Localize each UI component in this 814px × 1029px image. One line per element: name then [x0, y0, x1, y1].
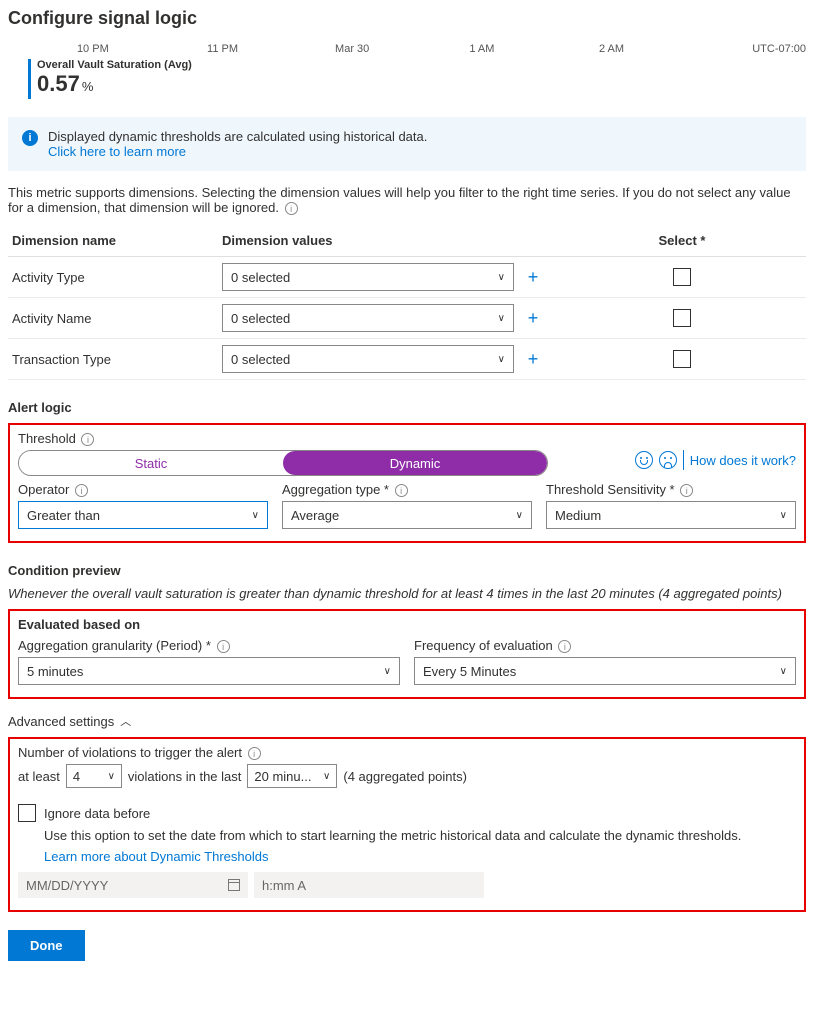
- violations-label: Number of violations to trigger the aler…: [18, 745, 242, 760]
- feedback-happy-icon[interactable]: [635, 451, 653, 469]
- dim-name: Activity Type: [8, 257, 218, 298]
- metric-value: 0.57: [37, 71, 80, 96]
- operator-select[interactable]: Greater than∨: [18, 501, 268, 529]
- ignore-data-label: Ignore data before: [44, 806, 150, 821]
- advanced-settings-toggle[interactable]: Advanced settings ︿: [8, 713, 806, 729]
- ignore-data-checkbox[interactable]: [18, 804, 36, 822]
- tick: Mar 30: [287, 43, 417, 55]
- learn-more-link[interactable]: Click here to learn more: [48, 144, 186, 159]
- dimensions-intro: This metric supports dimensions. Selecti…: [8, 185, 806, 215]
- page-title: Configure signal logic: [8, 8, 806, 29]
- metric-accent-bar: [28, 59, 31, 99]
- condition-preview-text: Whenever the overall vault saturation is…: [8, 586, 806, 601]
- info-icon[interactable]: i: [680, 484, 693, 497]
- dim-name: Activity Name: [8, 298, 218, 339]
- threshold-dynamic-option[interactable]: Dynamic: [283, 451, 547, 475]
- info-icon[interactable]: i: [217, 640, 230, 653]
- condition-preview-heading: Condition preview: [8, 563, 806, 578]
- alert-logic-section: Threshold i Static Dynamic How does it w…: [8, 423, 806, 543]
- info-icon[interactable]: i: [285, 202, 298, 215]
- select-checkbox[interactable]: [673, 350, 691, 368]
- tick: 11 PM: [158, 43, 288, 55]
- chevron-down-icon: ∨: [498, 354, 505, 365]
- violations-window-select[interactable]: 20 minu...∨: [247, 764, 337, 788]
- violations-mid-text: violations in the last: [128, 769, 241, 784]
- metric-card: Overall Vault Saturation (Avg) 0.57%: [28, 59, 806, 99]
- chevron-down-icon: ∨: [780, 510, 787, 521]
- chevron-down-icon: ∨: [498, 313, 505, 324]
- col-name: Dimension name: [8, 225, 218, 257]
- threshold-static-option[interactable]: Static: [19, 451, 283, 475]
- operator-label: Operator: [18, 482, 69, 497]
- advanced-section: Number of violations to trigger the aler…: [8, 737, 806, 912]
- alert-logic-heading: Alert logic: [8, 400, 806, 415]
- dim-values-select[interactable]: 0 selected∨: [222, 304, 514, 332]
- dimensions-table: Dimension name Dimension values Select *…: [8, 225, 806, 380]
- aggregated-note: (4 aggregated points): [343, 769, 467, 784]
- info-icon[interactable]: i: [248, 747, 261, 760]
- chevron-down-icon: ∨: [498, 272, 505, 283]
- timezone: UTC-07:00: [676, 43, 806, 55]
- info-banner: i Displayed dynamic thresholds are calcu…: [8, 117, 806, 171]
- dim-values-select[interactable]: 0 selected∨: [222, 345, 514, 373]
- add-dimension-button[interactable]: +: [522, 266, 544, 288]
- info-icon: i: [22, 130, 38, 146]
- sensitivity-select[interactable]: Medium∨: [546, 501, 796, 529]
- chevron-down-icon: ∨: [780, 666, 787, 677]
- frequency-label: Frequency of evaluation: [414, 638, 553, 653]
- table-row: Activity Name 0 selected∨ +: [8, 298, 806, 339]
- select-checkbox[interactable]: [673, 309, 691, 327]
- timeline-ticks: 10 PM 11 PM Mar 30 1 AM 2 AM UTC-07:00: [28, 43, 806, 55]
- chevron-down-icon: ∨: [516, 510, 523, 521]
- ignore-time-input[interactable]: h:mm A: [254, 872, 484, 898]
- frequency-select[interactable]: Every 5 Minutes∨: [414, 657, 796, 685]
- chevron-down-icon: ∨: [323, 771, 330, 782]
- aggregation-type-label: Aggregation type *: [282, 482, 389, 497]
- metric-unit: %: [82, 79, 94, 94]
- info-icon[interactable]: i: [75, 484, 88, 497]
- done-button[interactable]: Done: [8, 930, 85, 961]
- violations-count-select[interactable]: 4∨: [66, 764, 122, 788]
- chevron-down-icon: ∨: [252, 510, 259, 521]
- ignore-data-description: Use this option to set the date from whi…: [44, 828, 796, 843]
- calendar-icon: [228, 879, 240, 891]
- chevron-down-icon: ∨: [108, 771, 115, 782]
- learn-thresholds-link[interactable]: Learn more about Dynamic Thresholds: [44, 849, 269, 864]
- chevron-up-icon: ︿: [120, 713, 131, 729]
- how-does-it-work-link[interactable]: How does it work?: [690, 453, 796, 468]
- info-icon[interactable]: i: [395, 484, 408, 497]
- info-icon[interactable]: i: [558, 640, 571, 653]
- aggregation-type-select[interactable]: Average∨: [282, 501, 532, 529]
- granularity-select[interactable]: 5 minutes∨: [18, 657, 400, 685]
- divider: [683, 450, 684, 470]
- granularity-label: Aggregation granularity (Period) *: [18, 638, 211, 653]
- tick: 1 AM: [417, 43, 547, 55]
- feedback-sad-icon[interactable]: [659, 451, 677, 469]
- info-icon[interactable]: i: [81, 433, 94, 446]
- info-text: Displayed dynamic thresholds are calcula…: [48, 129, 427, 144]
- metric-name: Overall Vault Saturation (Avg): [37, 59, 192, 71]
- evaluated-section: Evaluated based on Aggregation granulari…: [8, 609, 806, 699]
- add-dimension-button[interactable]: +: [522, 307, 544, 329]
- evaluated-heading: Evaluated based on: [18, 617, 796, 632]
- table-row: Activity Type 0 selected∨ +: [8, 257, 806, 298]
- table-row: Transaction Type 0 selected∨ +: [8, 339, 806, 380]
- dim-name: Transaction Type: [8, 339, 218, 380]
- select-checkbox[interactable]: [673, 268, 691, 286]
- chevron-down-icon: ∨: [384, 666, 391, 677]
- at-least-text: at least: [18, 769, 60, 784]
- dim-values-select[interactable]: 0 selected∨: [222, 263, 514, 291]
- ignore-date-input[interactable]: MM/DD/YYYY: [18, 872, 248, 898]
- sensitivity-label: Threshold Sensitivity *: [546, 482, 675, 497]
- tick: 10 PM: [28, 43, 158, 55]
- col-select: Select *: [558, 225, 806, 257]
- tick: 2 AM: [547, 43, 677, 55]
- add-dimension-button[interactable]: +: [522, 348, 544, 370]
- col-values: Dimension values: [218, 225, 518, 257]
- threshold-label: Threshold: [18, 431, 76, 446]
